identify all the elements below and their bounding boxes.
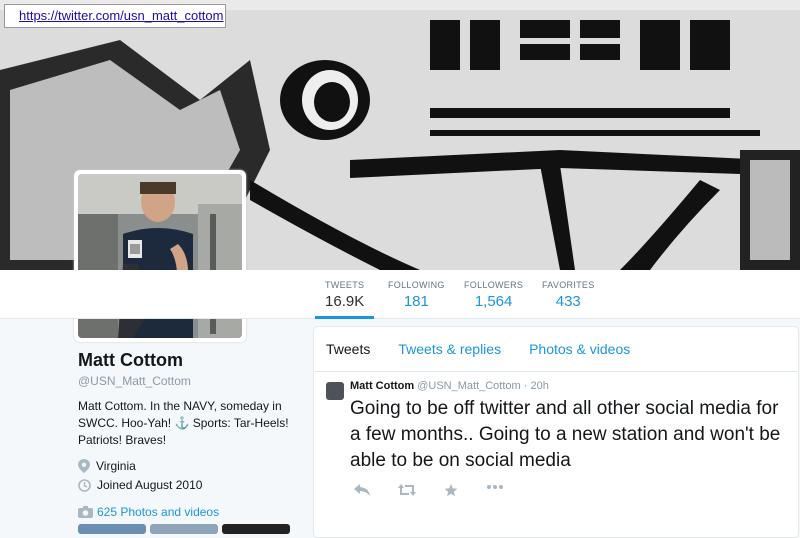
camera-icon [78, 506, 93, 518]
stat-value: 181 [403, 293, 429, 310]
timeline: Tweets Tweets & replies Photos & videos … [313, 326, 799, 538]
stat-favorites[interactable]: FAVORITES 433 [542, 280, 595, 310]
profile-location: Virginia [96, 459, 136, 473]
tweet-author-handle[interactable]: @USN_Matt_Cottom [417, 380, 520, 392]
tab-photos-videos[interactable]: Photos & videos [513, 341, 642, 357]
tab-tweets-replies[interactable]: Tweets & replies [382, 341, 513, 357]
location-pin-icon [78, 459, 90, 473]
stat-label: FOLLOWERS [464, 280, 524, 290]
retweet-icon[interactable] [398, 484, 416, 496]
photo-thumbnail[interactable] [78, 524, 146, 534]
stat-label: FOLLOWING [388, 280, 445, 290]
stat-tweets[interactable]: TWEETS 16.9K [314, 280, 375, 319]
photo-thumbnail[interactable] [222, 524, 290, 534]
stat-label: TWEETS [325, 280, 365, 290]
tab-tweets[interactable]: Tweets [314, 341, 382, 357]
profile-bio: Matt Cottom. In the NAVY, someday in SWC… [78, 399, 289, 447]
tweet-item[interactable]: Matt Cottom @USN_Matt_Cottom · 20h Going… [314, 372, 798, 497]
stat-value: 433 [555, 293, 581, 310]
tweet-avatar[interactable] [326, 382, 344, 400]
location-row: Virginia [78, 459, 298, 473]
stat-followers[interactable]: FOLLOWERS 1,564 [464, 280, 523, 310]
photo-thumbnail[interactable] [150, 524, 218, 534]
url-link[interactable]: https://twitter.com/usn_matt_cottom [19, 8, 223, 23]
favorite-star-icon[interactable] [444, 484, 458, 497]
url-bar[interactable]: https://twitter.com/usn_matt_cottom [4, 4, 226, 28]
stat-label: FAVORITES [542, 280, 595, 290]
clock-icon [78, 478, 91, 492]
profile-joined: Joined August 2010 [97, 478, 203, 492]
joined-row: Joined August 2010 [78, 478, 298, 492]
photos-videos-link[interactable]: 625 Photos and videos [78, 505, 219, 519]
profile-name[interactable]: Matt Cottom [78, 350, 298, 371]
tweet-text: Going to be off twitter and all other so… [350, 398, 781, 471]
photos-videos-label: 625 Photos and videos [97, 505, 220, 519]
stat-value: 1,564 [474, 293, 513, 310]
profile-handle[interactable]: @USN_Matt_Cottom [78, 374, 298, 388]
photo-thumbnails [78, 524, 290, 534]
profile-card: Matt Cottom @USN_Matt_Cottom Matt Cottom… [78, 350, 298, 492]
reply-icon[interactable] [354, 484, 370, 496]
tweet-header: Matt Cottom @USN_Matt_Cottom · 20h [350, 380, 786, 392]
stat-value: 16.9K [325, 293, 365, 310]
tweet-author-name[interactable]: Matt Cottom [350, 380, 414, 392]
profile-nav: TWEETS 16.9K FOLLOWING 181 FOLLOWERS 1,5… [0, 270, 800, 319]
more-dots-icon[interactable] [486, 484, 504, 490]
profile-meta: Virginia Joined August 2010 [78, 459, 298, 492]
tweet-timestamp[interactable]: · 20h [524, 380, 549, 392]
timeline-tabs: Tweets Tweets & replies Photos & videos [314, 327, 798, 372]
stat-following[interactable]: FOLLOWING 181 [388, 280, 445, 310]
tweet-actions [350, 484, 786, 497]
